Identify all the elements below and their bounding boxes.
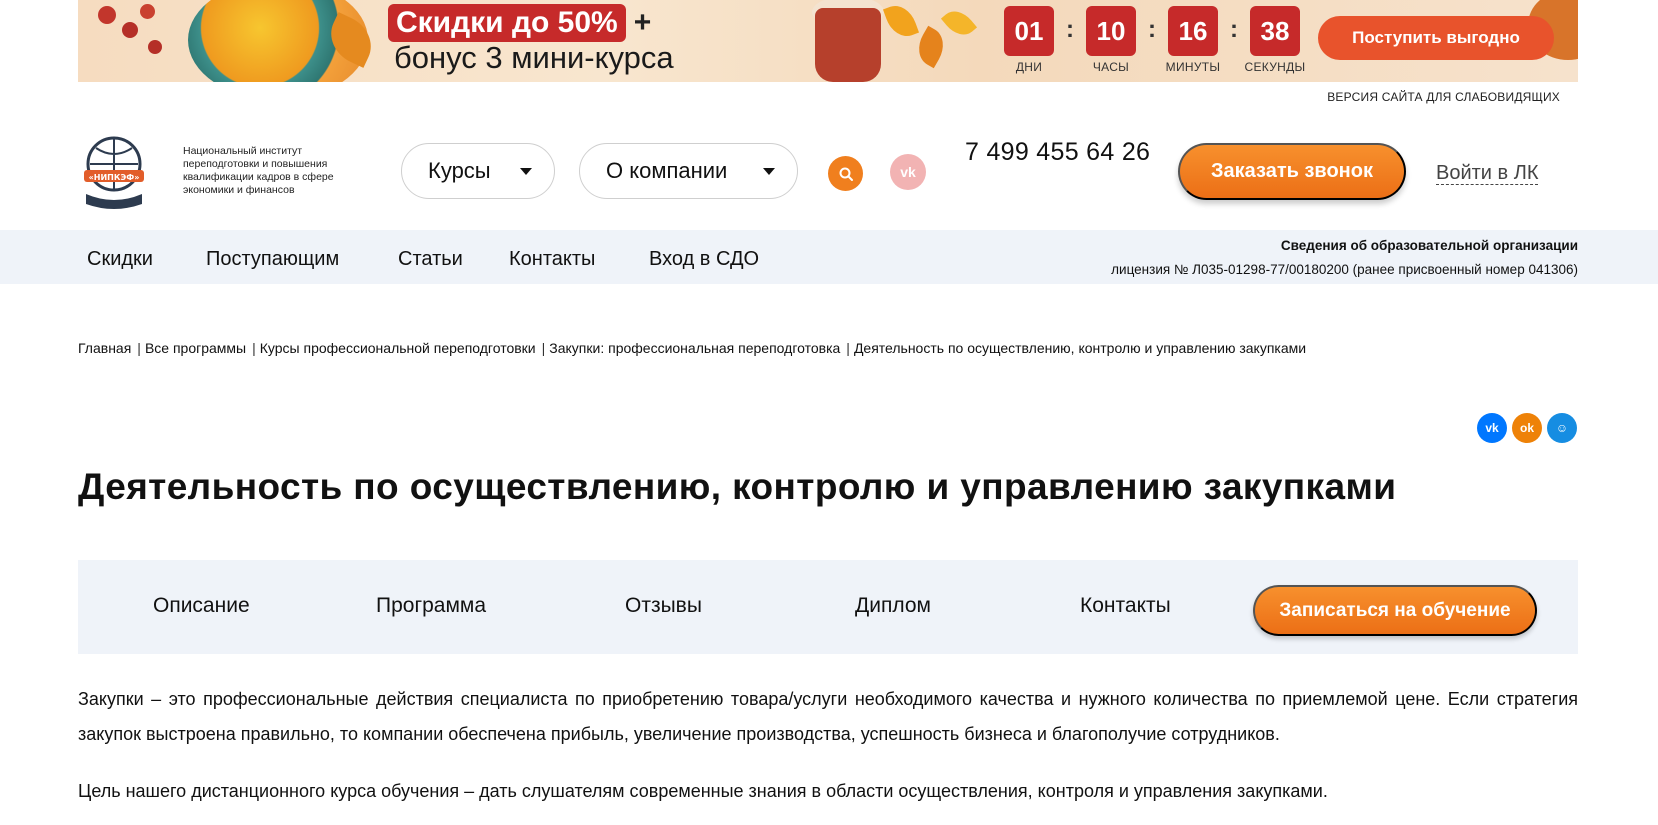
breadcrumb-item[interactable]: Главная (78, 340, 131, 356)
cup-decoration (815, 8, 881, 82)
leaf-decoration (940, 4, 978, 42)
share-buttons: vk ok ☺ (1477, 413, 1577, 443)
share-moimir-button[interactable]: ☺ (1547, 413, 1577, 443)
countdown-seconds: 38 СЕКУНДЫ (1242, 6, 1308, 74)
search-icon (839, 167, 853, 181)
countdown-days: 01 ДНИ (996, 6, 1062, 74)
berry-decoration (122, 22, 138, 38)
phone-number[interactable]: 7 499 455 64 26 (965, 138, 1150, 167)
countdown-separator: : (1148, 16, 1156, 43)
caret-down-icon (520, 168, 532, 175)
login-link[interactable]: Войти в ЛК (1436, 162, 1539, 185)
breadcrumb-current: Деятельность по осуществлению, контролю … (853, 340, 1307, 356)
vk-icon: vk (900, 164, 916, 180)
org-info-link[interactable]: Сведения об образовательной организации (1281, 238, 1578, 253)
tab-diploma[interactable]: Диплом (855, 594, 931, 618)
tab-reviews[interactable]: Отзывы (625, 594, 702, 618)
breadcrumb-item[interactable]: Курсы профессиональной переподготовки (260, 340, 536, 356)
berry-decoration (140, 4, 155, 19)
institute-logo[interactable]: «НИПКЭФ» (78, 134, 150, 212)
enroll-button[interactable]: Записаться на обучение (1253, 585, 1537, 636)
tab-program[interactable]: Программа (376, 594, 486, 618)
breadcrumb-separator: | (252, 340, 256, 356)
countdown-separator: : (1066, 16, 1074, 43)
countdown-value: 10 (1086, 6, 1136, 56)
nav-item-applicants[interactable]: Поступающим (206, 248, 339, 271)
countdown-hours: 10 ЧАСЫ (1078, 6, 1144, 74)
leaf-decoration (882, 0, 920, 42)
page-title: Деятельность по осуществлению, контролю … (78, 466, 1397, 507)
goal-paragraph: Цель нашего дистанционного курса обучени… (78, 781, 1328, 801)
order-call-button[interactable]: Заказать звонок (1178, 143, 1406, 200)
vk-social-button[interactable]: vk (890, 154, 926, 190)
nav-item-articles[interactable]: Статьи (398, 248, 463, 271)
search-button[interactable] (828, 156, 863, 191)
tab-description[interactable]: Описание (153, 594, 250, 618)
moimir-icon: ☺ (1555, 421, 1569, 435)
countdown-minutes: 16 МИНУТЫ (1160, 6, 1226, 74)
countdown-value: 16 (1168, 6, 1218, 56)
countdown-value: 01 (1004, 6, 1054, 56)
breadcrumb-separator: | (137, 340, 141, 356)
description-paragraph: Закупки – это профессиональные действия … (78, 689, 1578, 744)
share-ok-button[interactable]: ok (1512, 413, 1542, 443)
breadcrumb-separator: | (846, 340, 850, 356)
company-dropdown-label: О компании (606, 158, 728, 183)
countdown-label: ДНИ (1015, 60, 1043, 74)
caret-down-icon (763, 168, 775, 175)
plus-sign: + (633, 6, 652, 39)
accessibility-version-link[interactable]: ВЕРСИЯ САЙТА ДЛЯ СЛАБОВИДЯЩИХ (1327, 90, 1560, 104)
company-dropdown[interactable]: О компании (579, 143, 798, 199)
odnoklassniki-icon: ok (1519, 421, 1534, 435)
nav-item-discounts[interactable]: Скидки (87, 248, 153, 271)
vk-icon: vk (1485, 421, 1499, 435)
tab-contacts[interactable]: Контакты (1080, 594, 1171, 618)
countdown-label: ЧАСЫ (1092, 60, 1130, 74)
promo-text: Скидки до 50% + бонус 3 мини-курса (388, 4, 674, 76)
share-vk-button[interactable]: vk (1477, 413, 1507, 443)
countdown-timer: 01 ДНИ : 10 ЧАСЫ : 16 МИНУТЫ : 38 СЕКУНД… (996, 6, 1308, 74)
countdown-label: МИНУТЫ (1165, 60, 1221, 74)
courses-dropdown[interactable]: Курсы (401, 143, 555, 199)
breadcrumb-item[interactable]: Все программы (145, 340, 246, 356)
license-text: лицензия № Л035-01298-77/00180200 (ранее… (1111, 262, 1578, 277)
institute-name: Национальный институт переподготовки и п… (183, 145, 334, 196)
countdown-value: 38 (1250, 6, 1300, 56)
berry-decoration (148, 40, 162, 54)
enroll-promo-button[interactable]: Поступить выгодно (1318, 16, 1554, 60)
countdown-separator: : (1230, 16, 1238, 43)
berry-decoration (98, 6, 116, 24)
breadcrumb-item[interactable]: Закупки: профессиональная переподготовка (549, 340, 840, 356)
nav-item-contacts[interactable]: Контакты (509, 248, 595, 271)
nav-item-sdo-login[interactable]: Вход в СДО (649, 248, 759, 271)
countdown-label: СЕКУНДЫ (1244, 60, 1306, 74)
promo-banner[interactable]: Скидки до 50% + бонус 3 мини-курса 01 ДН… (78, 0, 1578, 82)
breadcrumb-separator: | (541, 340, 546, 356)
courses-dropdown-label: Курсы (428, 158, 491, 183)
breadcrumb: Главная | Все программы | Курсы профессионал… (78, 340, 1306, 356)
sale-badge: Скидки до 50% (388, 4, 626, 42)
logo-caption: «НИПКЭФ» (89, 173, 140, 182)
bonus-text: бонус 3 мини-курса (394, 40, 674, 75)
